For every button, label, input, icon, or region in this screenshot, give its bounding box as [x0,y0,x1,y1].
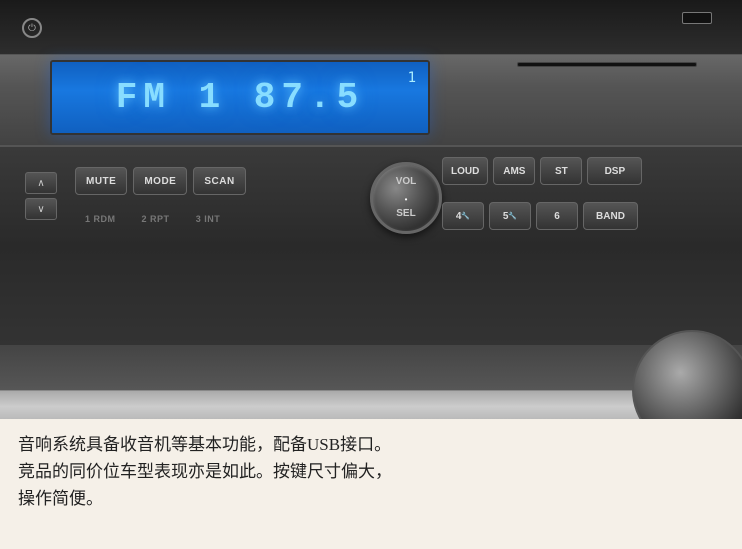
mute-button[interactable]: MUTE [75,167,127,195]
sub-label-2: 2 RPT [132,205,180,233]
caption-line-3: 操作简便。 [18,489,103,508]
top-strip [0,0,742,55]
num5-button[interactable]: 5 🔧 [489,202,531,230]
st-button[interactable]: ST [540,157,582,185]
vol-knob-label: VOL • SEL [396,176,417,219]
num6-button[interactable]: 6 [536,202,578,230]
nav-arrows: ∧ ∨ [25,172,57,220]
right-bottom-row: 4 🔧 5 🔧 6 BAND [442,202,638,230]
display-text: FM 1 87.5 [116,77,364,118]
usb-port [682,12,712,24]
right-top-row: LOUD AMS ST DSP [442,157,642,185]
right-buttons-area: LOUD AMS ST DSP 4 🔧 5 🔧 6 BAND [432,147,742,347]
caption-line-1: 音响系统具备收音机等基本功能，配备USB接口。 [18,435,391,454]
photo-container: FM 1 87.5 1 ∧ ∨ MUTE MODE SCAN 1 RDM 2 R… [0,0,742,549]
num4-button[interactable]: 4 🔧 [442,202,484,230]
display-inner: FM 1 87.5 1 [52,62,428,133]
power-button[interactable] [22,18,42,38]
display-indicator: 1 [408,70,416,86]
arrow-up-button[interactable]: ∧ [25,172,57,194]
ams-button[interactable]: AMS [493,157,535,185]
display-screen: FM 1 87.5 1 [50,60,430,135]
arrow-down-button[interactable]: ∨ [25,198,57,220]
control-panel: ∧ ∨ MUTE MODE SCAN 1 RDM 2 RPT 3 INT VOL [0,145,742,345]
button-row-1: MUTE MODE SCAN [75,167,246,195]
dsp-button[interactable]: DSP [587,157,642,185]
caption-line-2: 竞品的同价位车型表现亦是如此。按键尺寸偏大， [18,462,392,481]
button-row-2: 1 RDM 2 RPT 3 INT [75,205,231,233]
sub-label-3: 3 INT [186,205,231,233]
loud-button[interactable]: LOUD [442,157,488,185]
radio-unit: FM 1 87.5 1 ∧ ∨ MUTE MODE SCAN 1 RDM 2 R… [0,0,742,430]
caption-text: 音响系统具备收音机等基本功能，配备USB接口。 竞品的同价位车型表现亦是如此。按… [18,431,724,513]
caption-area: 音响系统具备收音机等基本功能，配备USB接口。 竞品的同价位车型表现亦是如此。按… [0,419,742,549]
mode-button[interactable]: MODE [133,167,187,195]
cd-slot [517,62,697,67]
sub-label-1: 1 RDM [75,205,126,233]
band-button[interactable]: BAND [583,202,638,230]
scan-button[interactable]: SCAN [193,167,245,195]
